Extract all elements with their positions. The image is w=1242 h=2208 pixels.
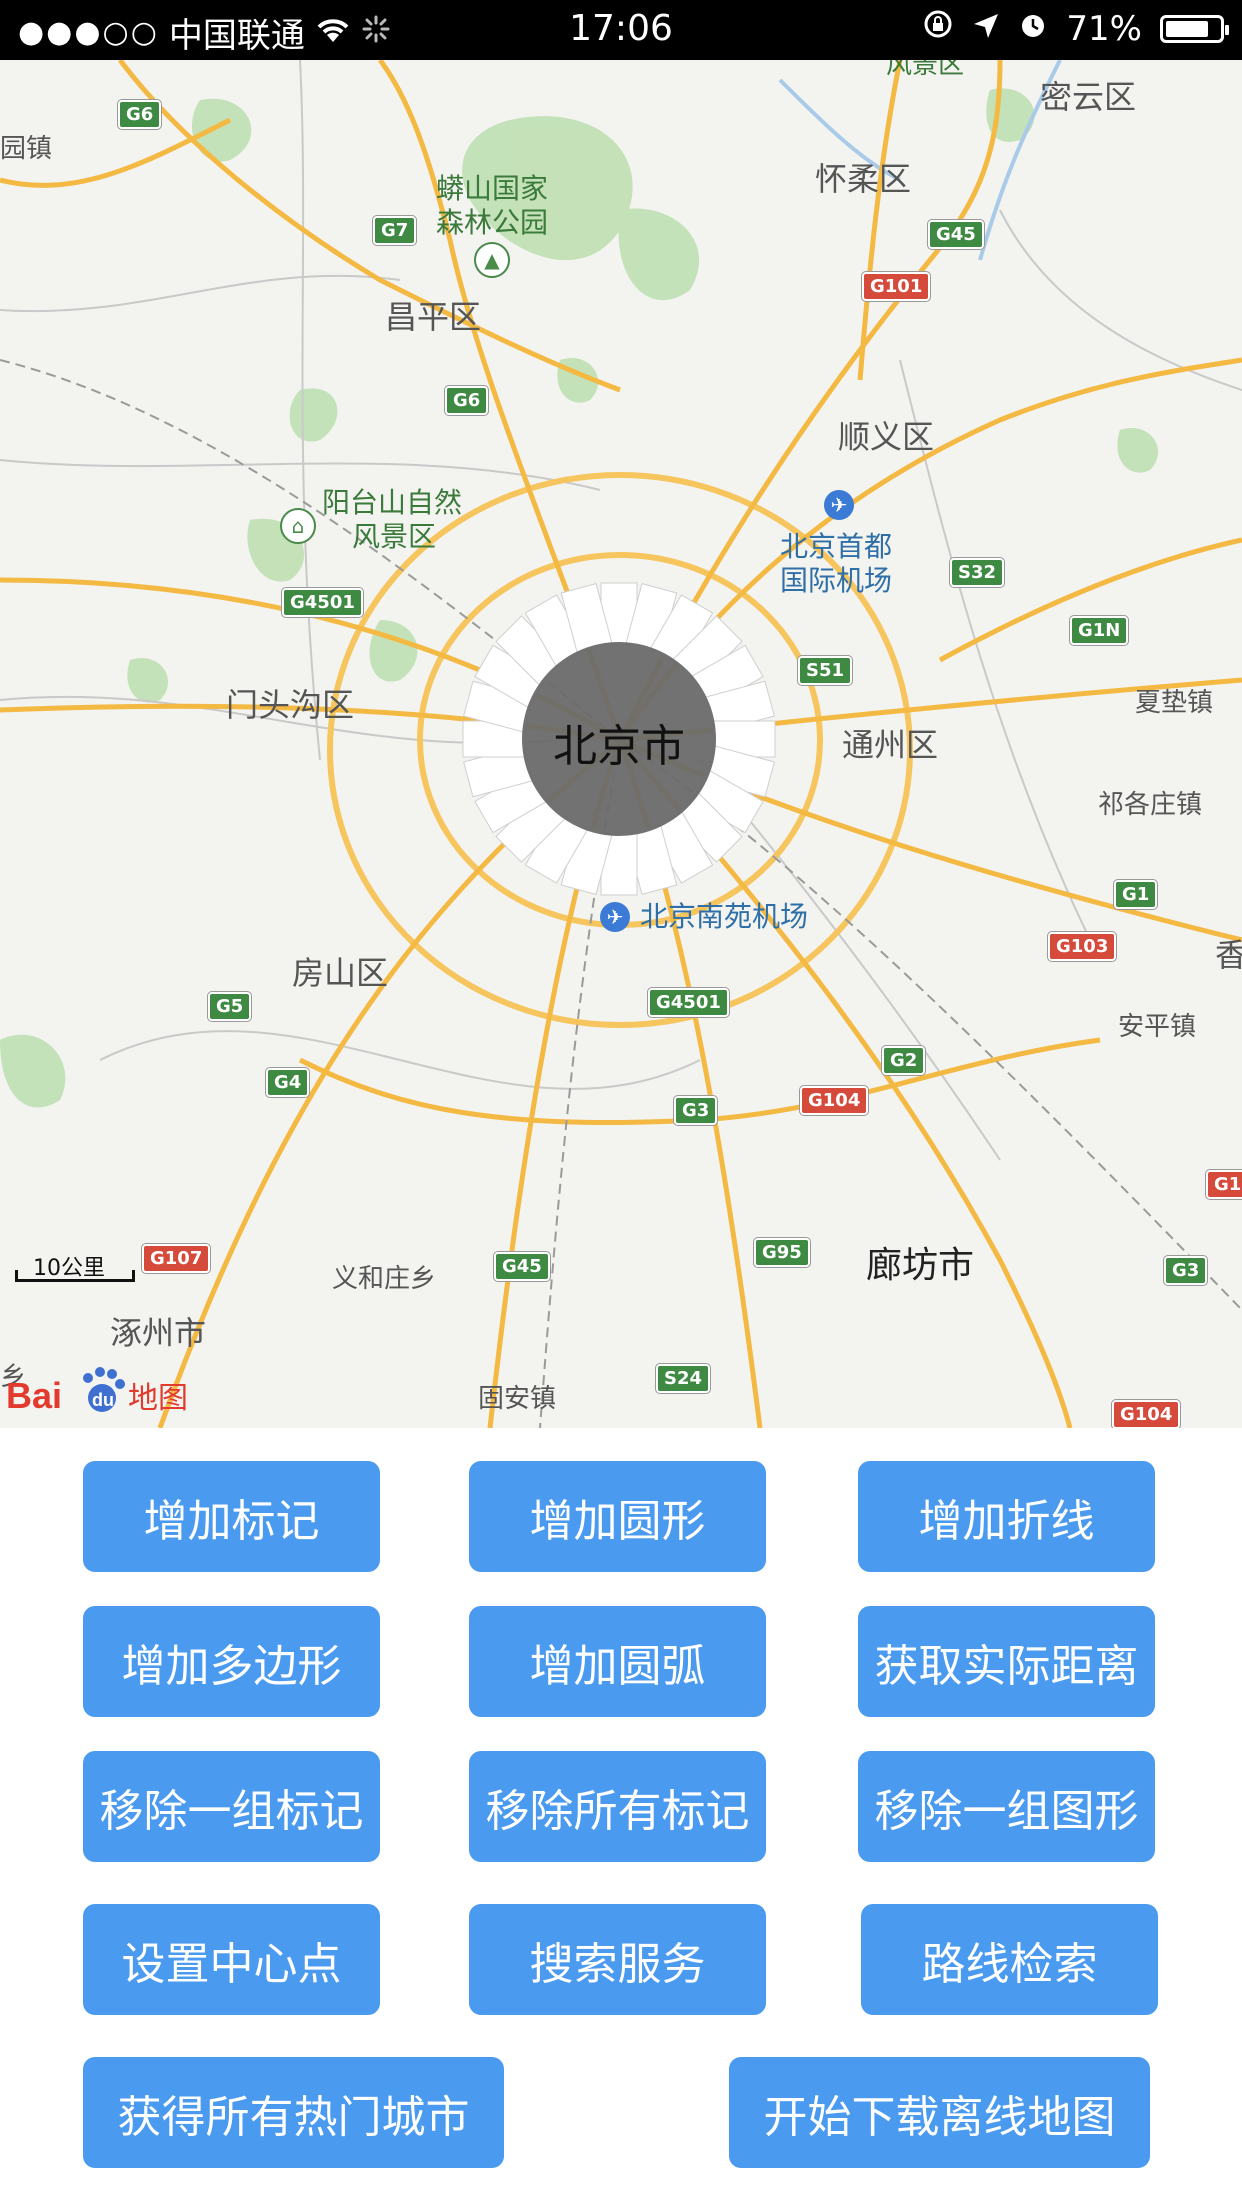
- road-shield: S24: [656, 1364, 711, 1393]
- remove-all-markers-button[interactable]: 移除所有标记: [469, 1751, 766, 1862]
- add-arc-button[interactable]: 增加圆弧: [469, 1606, 766, 1717]
- place-label-capital-airport: 北京首都 国际机场: [780, 530, 892, 598]
- scenic-icon[interactable]: ⌂: [280, 508, 316, 544]
- download-offline-map-button[interactable]: 开始下载离线地图: [729, 2057, 1150, 2168]
- place-label-capital-airport-line1: 北京首都: [780, 530, 893, 563]
- add-polygon-button[interactable]: 增加多边形: [83, 1606, 380, 1717]
- place-label-mangshan-line2: 森林公园: [436, 206, 549, 239]
- status-bar: ●●●○○ 中国联通 17:06 71%: [0, 0, 1242, 60]
- status-right: 71%: [922, 8, 1229, 49]
- place-label-mangshan: 蟒山国家 森林公园: [436, 172, 548, 240]
- add-polyline-button[interactable]: 增加折线: [858, 1461, 1155, 1572]
- road-shield: G3: [1164, 1256, 1208, 1285]
- road-shield: G107: [142, 1244, 211, 1273]
- road-shield: G45: [494, 1252, 550, 1281]
- scale-bar: [15, 1270, 135, 1282]
- road-shield: G104: [1112, 1400, 1181, 1428]
- remove-marker-group-button[interactable]: 移除一组标记: [83, 1751, 380, 1862]
- city-cluster-marker[interactable]: 北京市: [460, 580, 778, 898]
- place-label-yangtai-line1: 阳台山自然: [322, 486, 463, 519]
- road-shield: G6: [118, 100, 162, 129]
- svg-text:du: du: [92, 1390, 114, 1410]
- add-circle-button[interactable]: 增加圆形: [469, 1461, 766, 1572]
- road-shield: G7: [373, 216, 417, 245]
- place-label-mangshan-line1: 蟒山国家: [436, 172, 549, 205]
- hot-cities-button[interactable]: 获得所有热门城市: [83, 2057, 504, 2168]
- place-label-xiadian: 夏垫镇: [1135, 688, 1214, 718]
- place-label-xiang-right: 香: [1215, 936, 1242, 974]
- road-shield: G104: [800, 1086, 869, 1115]
- orientation-lock-icon: [922, 8, 954, 49]
- get-distance-button[interactable]: 获取实际距离: [858, 1606, 1155, 1717]
- road-shield: S51: [798, 656, 853, 685]
- road-shield: G4501: [648, 988, 729, 1017]
- road-shield: G1N: [1070, 616, 1129, 645]
- search-service-button[interactable]: 搜索服务: [469, 1904, 766, 2015]
- place-label-shunyi: 顺义区: [838, 418, 935, 456]
- cluster-label: 北京市: [553, 721, 685, 772]
- place-label-langfang: 廊坊市: [866, 1245, 975, 1286]
- svg-text:地图: 地图: [128, 1381, 188, 1416]
- road-shield: G10: [1206, 1170, 1242, 1199]
- place-label-scenic-top: 风景区: [886, 60, 965, 80]
- road-shield: S32: [950, 558, 1005, 587]
- route-search-button[interactable]: 路线检索: [861, 1904, 1158, 2015]
- battery-percent: 71%: [1066, 8, 1142, 49]
- baidu-paw-icon: Bai du 地图: [6, 1367, 188, 1416]
- road-shield: G4: [266, 1068, 310, 1097]
- road-shield: G1: [1114, 880, 1158, 909]
- place-label-huairou: 怀柔区: [815, 160, 912, 198]
- road-shield: G101: [862, 272, 931, 301]
- place-label-yihezhuang: 义和庄乡: [332, 1264, 437, 1294]
- road-shield: G95: [754, 1238, 810, 1267]
- road-shield: G103: [1048, 932, 1117, 961]
- place-label-mentougou: 门头沟区: [226, 686, 355, 724]
- place-label-guan: 固安镇: [478, 1384, 557, 1414]
- road-shield: G45: [928, 220, 984, 249]
- road-shield: G6: [445, 386, 489, 415]
- set-center-button[interactable]: 设置中心点: [83, 1904, 380, 2015]
- airport-icon-capital[interactable]: ✈: [824, 490, 854, 520]
- road-shield: G5: [208, 992, 252, 1021]
- place-label-miyun: 密云区: [1040, 78, 1137, 116]
- airport-icon-nanyuan[interactable]: ✈: [600, 902, 630, 932]
- place-label-capital-airport-line2: 国际机场: [780, 564, 893, 597]
- map-view[interactable]: 密云区 风景区 园镇 怀柔区 昌平区 蟒山国家 森林公园 顺义区 阳台山自然 风…: [0, 60, 1242, 1428]
- road-shield: G4501: [282, 588, 363, 617]
- park-icon[interactable]: ▲: [474, 242, 510, 278]
- place-label-anping: 安平镇: [1118, 1012, 1197, 1042]
- place-label-nanyuan-airport: 北京南苑机场: [640, 900, 809, 933]
- battery-icon: [1160, 14, 1229, 43]
- place-label-town-left: 园镇: [0, 134, 53, 164]
- place-label-yangtai-line2: 风景区: [352, 520, 437, 553]
- road-shield: G3: [674, 1096, 718, 1125]
- place-label-yangtai: 阳台山自然 风景区: [322, 486, 462, 554]
- svg-text:Bai: Bai: [6, 1375, 62, 1416]
- alarm-icon: [1018, 9, 1048, 49]
- place-label-changping: 昌平区: [385, 298, 482, 336]
- remove-shape-group-button[interactable]: 移除一组图形: [858, 1751, 1155, 1862]
- location-arrow-icon: [972, 9, 1000, 49]
- add-marker-button[interactable]: 增加标记: [83, 1461, 380, 1572]
- place-label-zhuozhou: 涿州市: [110, 1314, 207, 1352]
- place-label-qigezhuang: 祁各庄镇: [1098, 790, 1203, 820]
- road-shield: G2: [882, 1046, 926, 1075]
- map-scale: 10公里: [15, 1250, 137, 1282]
- place-label-fangshan: 房山区: [292, 954, 389, 992]
- place-label-tongzhou: 通州区: [842, 726, 939, 764]
